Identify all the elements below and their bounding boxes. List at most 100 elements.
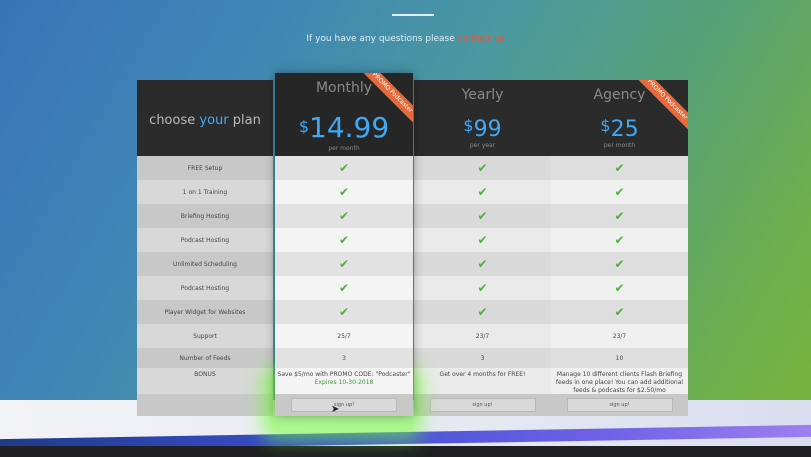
checkmark-icon: ✔ bbox=[614, 233, 625, 247]
feature-cell: ✔ bbox=[275, 252, 413, 276]
choose-plan-header: choose your plan bbox=[137, 80, 273, 156]
top-divider bbox=[392, 14, 434, 16]
feature-cell: ✔ bbox=[551, 228, 688, 252]
checkmark-icon: ✔ bbox=[338, 233, 350, 247]
bonus-text: Save $5/mo with PROMO CODE: "Podcaster" bbox=[277, 371, 411, 378]
checkmark-icon: ✔ bbox=[477, 185, 488, 199]
feature-cell: ✔ bbox=[551, 252, 688, 276]
support-value: 25/7 bbox=[337, 332, 351, 340]
plan-rows: ✔ ✔ ✔ ✔ ✔ ✔ ✔ 23/7 10 Manage 10 differen… bbox=[551, 156, 688, 406]
price-value: 25 bbox=[610, 117, 639, 142]
checkmark-icon: ✔ bbox=[477, 209, 488, 223]
plan-price: $99 bbox=[414, 116, 551, 142]
plan-name: Yearly bbox=[461, 87, 504, 103]
title-emphasis: your bbox=[199, 113, 229, 128]
checkmark-icon: ✔ bbox=[338, 161, 350, 175]
support-value: 23/7 bbox=[475, 332, 490, 340]
feature-cell: ✔ bbox=[275, 276, 413, 300]
feature-cell: ✔ bbox=[414, 204, 551, 228]
plan-price: $14.99 bbox=[275, 111, 413, 144]
contact-line: If you have any questions please contact… bbox=[0, 34, 811, 44]
plan-column-monthly: Monthly $14.99 per month PROMO Podcaster… bbox=[275, 73, 413, 416]
checkmark-icon: ✔ bbox=[338, 305, 350, 319]
pricing-table: choose your plan FREE Setup 1 on 1 Train… bbox=[137, 73, 688, 416]
feature-cell: ✔ bbox=[414, 276, 551, 300]
floor-dark-band bbox=[0, 446, 811, 457]
feature-label: Unlimited Scheduling bbox=[137, 252, 273, 276]
feature-cell: ✔ bbox=[551, 180, 688, 204]
feature-cell: ✔ bbox=[414, 156, 551, 180]
checkmark-icon: ✔ bbox=[614, 305, 625, 319]
signup-button-yearly[interactable]: sign up! bbox=[429, 398, 536, 412]
feature-label: Player Widget for Websites bbox=[137, 300, 273, 324]
currency-symbol: $ bbox=[298, 117, 309, 136]
feature-cell: ✔ bbox=[275, 204, 413, 228]
checkmark-icon: ✔ bbox=[614, 209, 625, 223]
checkmark-icon: ✔ bbox=[477, 233, 488, 247]
plan-rows: ✔ ✔ ✔ ✔ ✔ ✔ ✔ 25/7 3 Save $5/mo with PRO… bbox=[275, 156, 413, 406]
feature-cell: ✔ bbox=[551, 300, 688, 324]
feature-cell: ✔ bbox=[275, 300, 413, 324]
support-value: 23/7 bbox=[612, 332, 627, 340]
feature-cell: ✔ bbox=[414, 252, 551, 276]
bonus-expires: Expires 10-30-2018 bbox=[314, 379, 374, 386]
checkmark-icon: ✔ bbox=[338, 257, 350, 271]
checkmark-icon: ✔ bbox=[614, 257, 625, 271]
features-column: choose your plan FREE Setup 1 on 1 Train… bbox=[137, 80, 273, 416]
feature-label: 1 on 1 Training bbox=[182, 188, 228, 196]
feature-cell: ✔ bbox=[414, 180, 551, 204]
choose-plan-title: choose your plan bbox=[137, 113, 273, 128]
feeds-value: 10 bbox=[551, 348, 688, 368]
plan-period: per month bbox=[603, 142, 636, 149]
column-footer: sign up! bbox=[414, 394, 551, 416]
feature-label: Number of Feeds bbox=[137, 348, 273, 368]
plan-column-yearly: Yearly $99 per year ✔ ✔ ✔ ✔ ✔ ✔ ✔ 23/7 3… bbox=[414, 80, 551, 416]
feature-cell: ✔ bbox=[414, 300, 551, 324]
checkmark-icon: ✔ bbox=[477, 161, 488, 175]
feature-cell: ✔ bbox=[275, 228, 413, 252]
feature-label: Podcast Hosting bbox=[180, 236, 230, 244]
column-footer: sign up! bbox=[275, 394, 413, 416]
plan-price: $25 bbox=[551, 116, 688, 142]
feature-label: Briefing Hosting bbox=[137, 204, 273, 228]
plan-header: Monthly $14.99 per month PROMO Podcaster bbox=[275, 73, 413, 156]
feature-cell: ✔ bbox=[551, 156, 688, 180]
feeds-value: 3 bbox=[414, 348, 551, 368]
plan-header: Agency $25 per month PROMO Podcaster bbox=[551, 80, 688, 156]
contact-us-link[interactable]: contact us bbox=[458, 34, 505, 44]
feature-label: FREE Setup bbox=[137, 156, 273, 180]
plan-period: per year bbox=[469, 142, 496, 149]
feature-rows: FREE Setup 1 on 1 Training Briefing Host… bbox=[137, 156, 273, 406]
checkmark-icon: ✔ bbox=[614, 185, 625, 199]
price-value: 99 bbox=[473, 117, 502, 142]
checkmark-icon: ✔ bbox=[338, 209, 350, 223]
checkmark-icon: ✔ bbox=[614, 161, 625, 175]
mouse-cursor-icon: ➤ bbox=[331, 404, 340, 415]
signup-button-monthly[interactable]: sign up! bbox=[291, 398, 397, 412]
feature-cell: ✔ bbox=[551, 204, 688, 228]
currency-symbol: $ bbox=[463, 116, 474, 135]
feature-cell: ✔ bbox=[414, 228, 551, 252]
checkmark-icon: ✔ bbox=[477, 257, 488, 271]
signup-button-agency[interactable]: sign up! bbox=[566, 398, 673, 412]
feature-cell: ✔ bbox=[275, 156, 413, 180]
plan-header: Yearly $99 per year bbox=[414, 80, 551, 156]
feature-cell: ✔ bbox=[275, 180, 413, 204]
checkmark-icon: ✔ bbox=[614, 281, 625, 295]
feature-label: Podcast Hosting bbox=[180, 284, 230, 292]
contact-text: If you have any questions please bbox=[306, 34, 455, 44]
price-value: 14.99 bbox=[309, 111, 390, 144]
checkmark-icon: ✔ bbox=[477, 281, 488, 295]
feeds-value: 3 bbox=[275, 348, 413, 368]
title-part: plan bbox=[228, 113, 261, 128]
feature-label: Support bbox=[193, 332, 217, 340]
plan-period: per month bbox=[328, 145, 360, 152]
plan-rows: ✔ ✔ ✔ ✔ ✔ ✔ ✔ 23/7 3 Get over 4 months f… bbox=[414, 156, 551, 406]
title-part: choose bbox=[149, 113, 200, 128]
plan-column-agency: Agency $25 per month PROMO Podcaster ✔ ✔… bbox=[551, 80, 688, 416]
feature-cell: ✔ bbox=[551, 276, 688, 300]
column-footer: sign up! bbox=[551, 394, 688, 416]
checkmark-icon: ✔ bbox=[477, 305, 488, 319]
column-footer bbox=[137, 394, 273, 416]
checkmark-icon: ✔ bbox=[338, 281, 350, 295]
